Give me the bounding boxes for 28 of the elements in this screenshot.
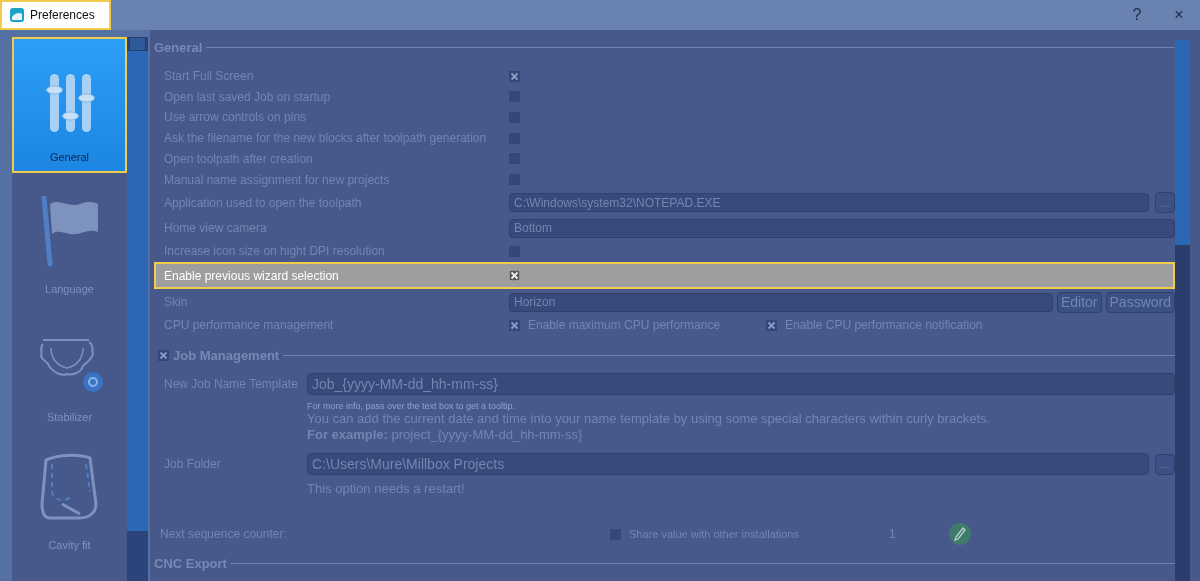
sidebar-item[interactable]: Stabilizer xyxy=(12,303,127,431)
checkbox[interactable] xyxy=(158,349,169,361)
window-title: Preferences xyxy=(30,8,95,22)
scroll-up-button[interactable] xyxy=(129,37,146,51)
dropdown[interactable]: Bottom xyxy=(509,218,1175,238)
checkbox[interactable] xyxy=(509,319,520,331)
setting-label: Enable previous wizard selection xyxy=(164,268,340,283)
path-field[interactable]: C:\Windows\system32\NOTEPAD.EXE xyxy=(509,193,1149,213)
close-button[interactable]: × xyxy=(1158,0,1200,30)
help-button[interactable]: ? xyxy=(1116,0,1158,30)
hint-text: For more info, pass over the text box to get a tooltip. xyxy=(307,401,517,412)
checkbox[interactable] xyxy=(509,70,520,82)
checkbox[interactable] xyxy=(509,270,520,282)
checkbox[interactable] xyxy=(766,319,778,331)
dropdown[interactable]: Horizon xyxy=(509,292,1053,312)
edit-button[interactable] xyxy=(949,523,971,546)
scrollbar-thumb[interactable] xyxy=(1175,40,1190,245)
app-logo-icon xyxy=(10,8,24,22)
pencil-icon xyxy=(954,527,966,542)
scrollbar-thumb[interactable] xyxy=(127,51,148,531)
browse-button[interactable]: ... xyxy=(1155,192,1175,214)
template-field[interactable]: Job_{yyyy-MM-dd_hh-mm-ss} xyxy=(307,373,1175,396)
browse-button[interactable]: ... xyxy=(1155,453,1175,475)
sidebar-item[interactable]: General xyxy=(12,37,127,173)
flag-icon xyxy=(39,196,100,266)
sidebar-item[interactable]: Language xyxy=(12,175,127,303)
folder-field[interactable]: C:\Users\Mure\Millbox Projects xyxy=(307,453,1149,476)
cavity-fit-icon xyxy=(39,452,100,522)
